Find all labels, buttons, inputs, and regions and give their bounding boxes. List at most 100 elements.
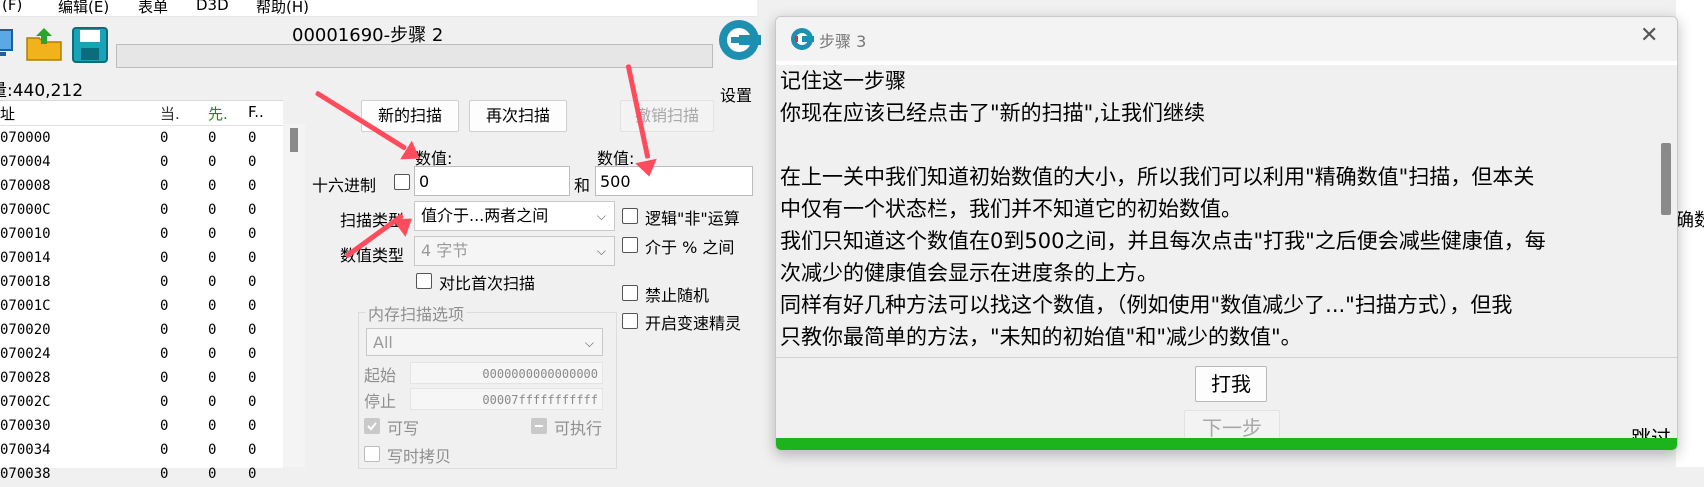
- next-scan-button[interactable]: 再次扫描: [469, 100, 567, 132]
- menu-help[interactable]: 帮助(H): [256, 0, 309, 17]
- header-first[interactable]: F..: [248, 103, 264, 121]
- table-row[interactable]: 070024 0 0 0: [0, 343, 283, 367]
- row-address: 070034: [0, 442, 51, 458]
- table-row[interactable]: 07002C 0 0 0: [0, 391, 283, 415]
- table-row[interactable]: 07001C 0 0 0: [0, 295, 283, 319]
- table-row[interactable]: 070004 0 0 0: [0, 151, 283, 175]
- row-value: 0: [160, 322, 169, 338]
- table-row[interactable]: 070028 0 0 0: [0, 367, 283, 391]
- hit-me-button[interactable]: 打我: [1195, 366, 1267, 402]
- row-previous: 0: [208, 298, 217, 314]
- table-row[interactable]: 070030 0 0 0: [0, 415, 283, 439]
- row-address: 070014: [0, 250, 51, 266]
- chevron-down-icon: ⌵: [584, 336, 594, 350]
- row-previous: 0: [208, 322, 217, 338]
- row-address: 07001C: [0, 298, 51, 314]
- speedhack-checkbox[interactable]: [622, 313, 638, 329]
- table-row[interactable]: 070018 0 0 0: [0, 271, 283, 295]
- row-address: 070020: [0, 322, 51, 338]
- dialog-title: 步骤 3: [819, 32, 867, 51]
- list-header: 址 当. 先. F..: [0, 101, 283, 126]
- no-random-checkbox[interactable]: [622, 285, 638, 301]
- found-count: 量:440,212: [0, 81, 84, 101]
- open-folder-icon[interactable]: [25, 24, 62, 61]
- header-previous[interactable]: 先.: [208, 103, 228, 124]
- table-row[interactable]: 070014 0 0 0: [0, 247, 283, 271]
- stop-address-input[interactable]: 00007fffffffffff: [410, 388, 603, 410]
- row-previous: 0: [208, 346, 217, 362]
- list-scrollbar-thumb[interactable]: [290, 128, 298, 152]
- scan-progress-bar: [116, 44, 713, 68]
- memory-region-select[interactable]: All ⌵: [366, 328, 603, 356]
- cheat-engine-logo-icon[interactable]: [717, 18, 761, 62]
- table-row[interactable]: 070010 0 0 0: [0, 223, 283, 247]
- row-first: 0: [248, 226, 257, 242]
- menu-edit[interactable]: 编辑(E): [58, 0, 109, 17]
- row-value: 0: [160, 442, 169, 458]
- menu-table[interactable]: 表单: [138, 0, 168, 17]
- memory-region-selected: All: [373, 333, 393, 352]
- header-value[interactable]: 当.: [160, 103, 180, 124]
- executable-checkbox[interactable]: [531, 418, 547, 434]
- row-previous: 0: [208, 226, 217, 242]
- writable-label: 可写: [387, 419, 420, 438]
- chevron-down-icon: ⌵: [596, 209, 606, 223]
- row-address: 07000C: [0, 202, 51, 218]
- row-first: 0: [248, 394, 257, 410]
- row-address: 070000: [0, 130, 51, 146]
- row-first: 0: [248, 418, 257, 434]
- writable-checkbox[interactable]: [364, 418, 380, 434]
- row-first: 0: [248, 466, 257, 482]
- start-address-input[interactable]: 0000000000000000: [410, 362, 603, 384]
- percent-checkbox[interactable]: [622, 237, 638, 253]
- logical-not-label: 逻辑"非"运算: [645, 209, 740, 228]
- scan-type-select[interactable]: 值介于...两者之间 ⌵: [414, 201, 615, 231]
- row-first: 0: [248, 370, 257, 386]
- row-value: 0: [160, 394, 169, 410]
- value-input-2[interactable]: 500: [595, 166, 753, 196]
- row-value: 0: [160, 346, 169, 362]
- tutorial-app-icon: [790, 27, 814, 51]
- logical-not-checkbox[interactable]: [622, 208, 638, 224]
- menu-d3d[interactable]: D3D: [196, 0, 229, 14]
- background-window-edge: 确数: [1676, 0, 1704, 467]
- tutorial-text-line: 记住这一步骤: [780, 69, 906, 93]
- address-list[interactable]: 址 当. 先. F.. 070000 0 0 0 070004 0 0 0 070008 0 0 0 0…: [0, 100, 283, 482]
- hex-checkbox[interactable]: [394, 174, 410, 190]
- dialog-title-bar[interactable]: 步骤 3 ✕: [776, 17, 1677, 61]
- tutorial-text-scrollbar-thumb[interactable]: [1661, 143, 1671, 215]
- tutorial-dialog: 步骤 3 ✕ 记住这一步骤 你现在应该已经点击了"新的扫描",让我们继续 在上一关中…: [775, 16, 1678, 451]
- value-type-select[interactable]: 4 字节 ⌵: [414, 236, 615, 266]
- row-first: 0: [248, 274, 257, 290]
- row-first: 0: [248, 298, 257, 314]
- open-process-icon[interactable]: [0, 26, 22, 62]
- table-row[interactable]: 070020 0 0 0: [0, 319, 283, 343]
- table-row[interactable]: 070008 0 0 0: [0, 175, 283, 199]
- row-previous: 0: [208, 154, 217, 170]
- chevron-down-icon: ⌵: [596, 244, 606, 258]
- row-value: 0: [160, 370, 169, 386]
- row-value: 0: [160, 418, 169, 434]
- table-row[interactable]: 07000C 0 0 0: [0, 199, 283, 223]
- menu-file[interactable]: (F): [2, 0, 22, 14]
- list-scrollbar[interactable]: [283, 124, 305, 467]
- header-address[interactable]: 址: [0, 103, 15, 124]
- save-icon[interactable]: [71, 26, 108, 63]
- row-value: 0: [160, 202, 169, 218]
- table-row[interactable]: 070000 0 0 0: [0, 127, 283, 151]
- tutorial-text-line: 我们只知道这个数值在0到500之间，并且每次点击"打我"之后便会减些健康值，每: [780, 229, 1546, 253]
- close-icon[interactable]: ✕: [1640, 23, 1658, 48]
- row-previous: 0: [208, 418, 217, 434]
- row-first: 0: [248, 442, 257, 458]
- speedhack-label: 开启变速精灵: [645, 314, 742, 333]
- compare-first-checkbox[interactable]: [416, 273, 432, 289]
- no-random-label: 禁止随机: [645, 286, 710, 305]
- row-first: 0: [248, 346, 257, 362]
- copy-on-write-checkbox[interactable]: [364, 446, 380, 462]
- table-row[interactable]: 070034 0 0 0: [0, 439, 283, 463]
- value-input-1[interactable]: 0: [414, 166, 570, 196]
- stop-label: 停止: [364, 392, 397, 411]
- list-rows: 070000 0 0 0 070004 0 0 0 070008 0 0 0 07000C 0 0 0 0700…: [0, 127, 283, 482]
- and-label: 和: [574, 176, 591, 195]
- settings-label[interactable]: 设置: [720, 82, 752, 106]
